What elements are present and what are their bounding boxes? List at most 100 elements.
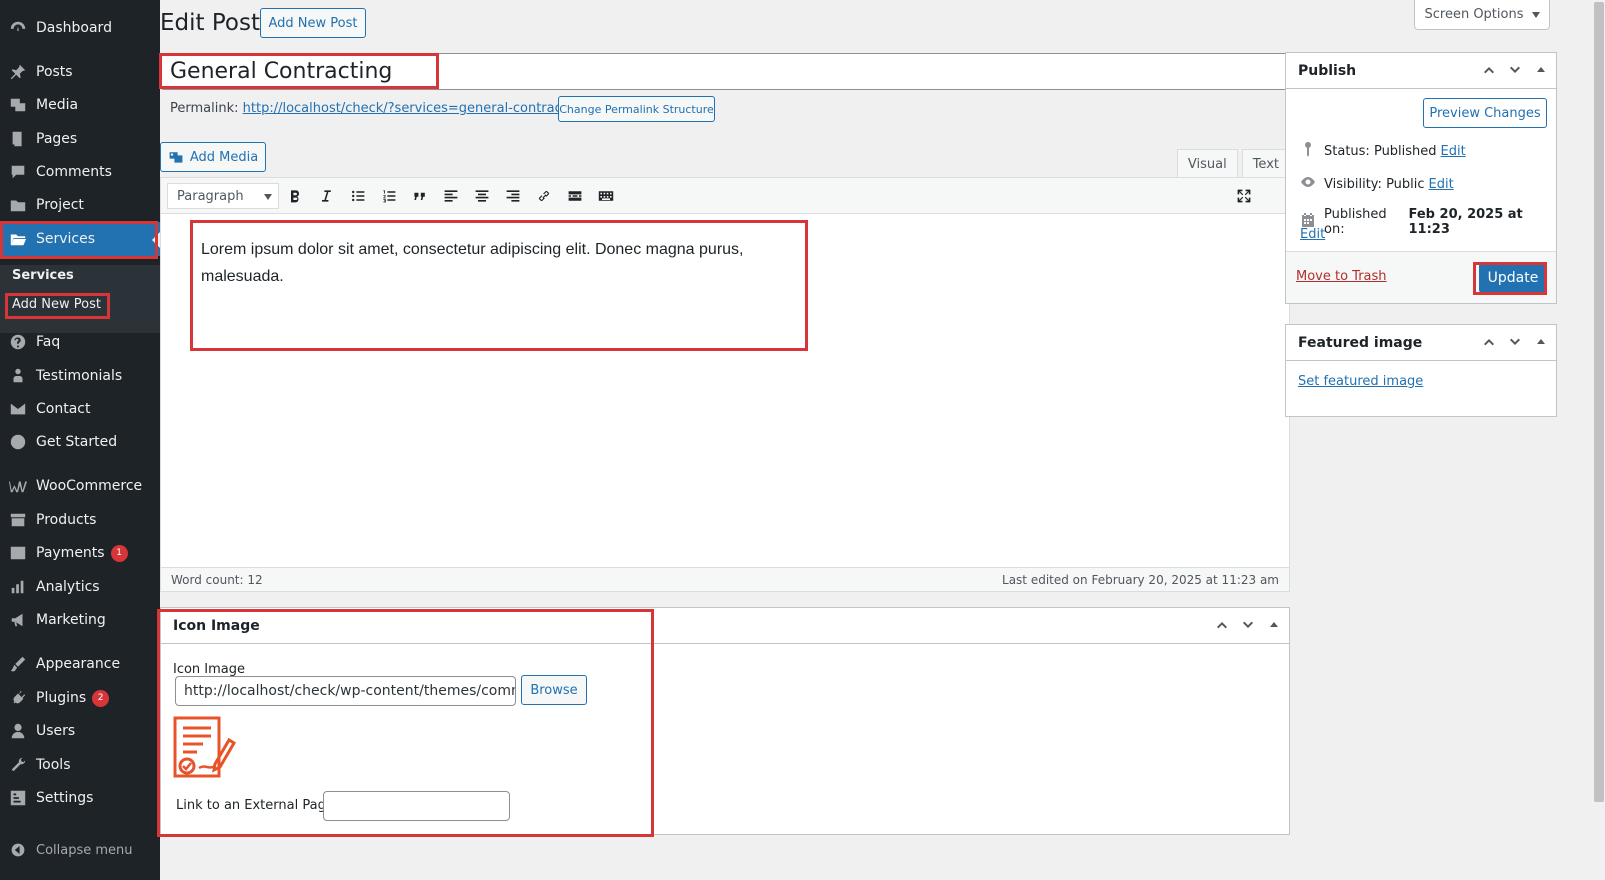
dropdown-arrow-icon [1531,11,1540,18]
sidebar-item-media[interactable]: Media [0,88,160,122]
set-featured-image-link[interactable]: Set featured image [1298,374,1423,389]
read-more-icon[interactable] [566,187,584,205]
icon-image-metabox-title: Icon Image [173,617,260,634]
chevron-up-icon[interactable] [1215,618,1229,636]
editor-toolbar: Paragraph [161,178,1289,214]
sidebar-item-settings[interactable]: Settings [0,781,160,815]
sidebar-item-label: Posts [36,64,73,80]
preview-changes-button[interactable]: Preview Changes [1423,98,1547,128]
page-title: Edit Post [160,10,260,36]
post-editor: Paragraph Lorem ipsum dolor sit amet, co… [160,177,1290,592]
sidebar-item-marketing[interactable]: Marketing [0,603,160,637]
align-center-icon[interactable] [473,187,491,205]
change-permalink-button[interactable]: Change Permalink Structure [558,96,715,122]
italic-icon[interactable] [317,187,335,205]
sidebar-item-users[interactable]: Users [0,714,160,748]
submenu-add-new-post[interactable]: Add New Post [12,297,101,312]
sidebar-item-label: Contact [36,401,91,417]
visibility-edit-link[interactable]: Edit [1429,177,1454,192]
sidebar-item-label: Get Started [36,434,118,450]
fullscreen-icon[interactable] [1235,187,1253,205]
post-content[interactable]: Lorem ipsum dolor sit amet, consectetur … [201,236,801,290]
toggle-arrow-icon[interactable] [1534,335,1548,353]
collapse-menu-button[interactable]: Collapse menu [0,835,160,865]
sidebar-item-label: WooCommerce [36,478,143,494]
chevron-up-icon[interactable] [1482,63,1496,81]
align-right-icon[interactable] [504,187,522,205]
add-media-button[interactable]: Add Media [160,142,266,172]
sidebar-item-services[interactable]: Services [0,222,160,256]
icon-image-value: http://localhost/check/wp-content/themes… [184,683,516,699]
admin-sidebar: Dashboard Posts Media Pages Comments Project S… [0,0,160,880]
sidebar-item-label: Analytics [36,579,100,595]
sidebar-item-label: Project [36,197,84,213]
screen-options-button[interactable]: Screen Options [1414,0,1550,30]
icon-image-input[interactable]: http://localhost/check/wp-content/themes… [175,676,516,706]
main-content: Edit Post Add New Post General Contracti… [157,0,1605,880]
dashboard-icon [0,19,36,37]
scrollbar-thumb[interactable] [1594,2,1604,802]
bold-icon[interactable] [286,187,304,205]
dollar-icon [0,544,36,562]
sidebar-item-payments[interactable]: Payments 1 [0,536,160,570]
align-left-icon[interactable] [442,187,460,205]
status-row: Status: Published Edit [1300,141,1466,161]
update-button[interactable]: Update [1479,263,1547,293]
sidebar-item-dashboard[interactable]: Dashboard [0,11,160,45]
numbered-list-icon[interactable] [380,187,398,205]
chevron-down-icon[interactable] [1508,335,1522,353]
chevron-up-icon[interactable] [1482,335,1496,353]
post-title-input[interactable]: General Contracting [160,53,1290,90]
sidebar-item-woocommerce[interactable]: WooCommerce [0,469,160,503]
sidebar-item-pages[interactable]: Pages [0,122,160,156]
sidebar-item-plugins[interactable]: Plugins 2 [0,681,160,715]
move-to-trash-link[interactable]: Move to Trash [1296,269,1387,284]
sidebar-item-comments[interactable]: Comments [0,155,160,189]
sidebar-item-appearance[interactable]: Appearance [0,647,160,681]
sidebar-item-label: Appearance [36,656,121,672]
notification-badge: 1 [110,544,128,562]
chart-icon [0,578,36,596]
status-label: Status: [1324,143,1370,159]
brush-icon [0,655,36,673]
sidebar-item-tools[interactable]: Tools [0,748,160,782]
sidebar-item-project[interactable]: Project [0,188,160,222]
link-icon[interactable] [535,187,553,205]
media-icon [168,149,184,165]
sidebar-item-testimonials[interactable]: Testimonials [0,359,160,393]
permalink-link[interactable]: http://localhost/check/?services=general… [243,101,600,116]
sidebar-item-label: Testimonials [36,368,123,384]
collapse-label: Collapse menu [36,842,133,858]
sidebar-item-get-started[interactable]: Get Started [0,425,160,459]
chevron-down-icon[interactable] [1241,618,1255,636]
sidebar-item-analytics[interactable]: Analytics [0,570,160,604]
publish-title: Publish [1298,62,1357,79]
folder-icon [0,196,36,214]
blockquote-icon[interactable] [411,187,429,205]
chevron-down-icon[interactable] [1508,63,1522,81]
tab-visual[interactable]: Visual [1176,149,1238,179]
icon-image-metabox: Icon Image Icon Image http://localhost/c… [160,607,1290,835]
sidebar-item-contact[interactable]: Contact [0,392,160,426]
bullet-list-icon[interactable] [349,187,367,205]
browse-button[interactable]: Browse [521,675,587,705]
pin-icon [1300,141,1324,161]
user-icon [0,722,36,740]
sidebar-item-posts[interactable]: Posts [0,55,160,89]
contract-icon [173,716,237,780]
page-scrollbar[interactable] [1591,0,1605,880]
submenu-services[interactable]: Services [12,268,74,283]
toggle-arrow-icon[interactable] [1534,63,1548,81]
sidebar-item-label: Users [36,723,76,739]
toolbar-toggle-icon[interactable] [597,187,615,205]
format-select[interactable]: Paragraph [167,183,279,209]
visibility-value: Public [1386,176,1425,192]
toggle-arrow-icon[interactable] [1267,618,1281,636]
sidebar-item-products[interactable]: Products [0,503,160,537]
published-edit-link[interactable]: Edit [1300,227,1325,242]
add-new-post-button[interactable]: Add New Post [260,8,366,38]
status-edit-link[interactable]: Edit [1441,144,1466,159]
external-link-input[interactable] [323,791,510,821]
tab-text[interactable]: Text [1241,149,1290,179]
globe-icon [0,433,36,451]
